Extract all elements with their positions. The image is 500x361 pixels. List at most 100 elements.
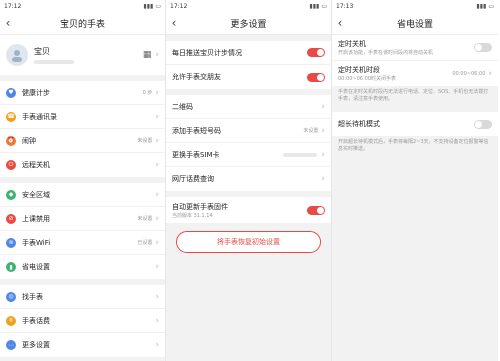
firmware-version: 当前版本 31.1.14 (172, 212, 213, 219)
setting-description: 00:00~06:00时关闭手表 (338, 76, 397, 82)
chevron-right-icon: › (155, 291, 159, 302)
menu-item-label: 手表通讯录 (22, 112, 57, 121)
menu-item-label: 更换手表SIM卡 (172, 150, 220, 159)
menu-item-alarm[interactable]: ⏰ 闹钟 未设置 › (0, 129, 165, 153)
reset-watch-button[interactable]: 将手表恢复初始设置 (176, 231, 321, 253)
signal-icon: ▮▮▮ (476, 2, 487, 10)
chevron-right-icon: › (155, 315, 159, 326)
no-class-icon: ⊘ (6, 213, 16, 224)
qr-code-icon[interactable]: ▦ (143, 50, 152, 60)
menu-item-value: 未设置 (303, 128, 319, 134)
chevron-right-icon: › (155, 237, 159, 248)
more-settings-screen: 17:12 ▮▮▮ ▭ ‹ 更多设置 每日推送宝贝计步情况 允许手表交朋友 二维… (166, 0, 332, 361)
profile-name: 宝贝 (34, 47, 50, 56)
menu-item-qr-code[interactable]: 二维码 › (166, 95, 331, 119)
navbar: ‹ 宝贝的手表 (0, 12, 165, 35)
menu-item-short-number[interactable]: 添加手表短号码 未设置 › (166, 119, 331, 143)
setting-shutdown-period[interactable]: 定时关机时段 00:00~06:00时关闭手表 00:00~06:00 › (332, 61, 498, 86)
menu-item-find-watch[interactable]: ◎ 找手表 › (0, 285, 165, 309)
menu-item-power-saving[interactable]: ▮ 省电设置 › (0, 255, 165, 279)
locate-icon: ◎ (6, 291, 16, 302)
standby-group: 超长待机模式 (332, 112, 498, 136)
yuan-icon: ¥ (6, 315, 16, 326)
chevron-right-icon: › (155, 50, 159, 60)
status-time: 17:13 (336, 2, 354, 10)
update-group: 自动更新手表固件 当前版本 31.1.14 (166, 197, 331, 223)
status-time: 17:12 (170, 2, 188, 10)
status-icons: ▮▮▮ ▭ (476, 3, 494, 10)
chevron-right-icon: › (321, 125, 325, 136)
shutdown-text: 定时关机 开启该功能，手表在该时间段内将自动关机 (338, 39, 474, 56)
avatar (6, 44, 28, 66)
menu-item-change-sim[interactable]: 更换手表SIM卡 › (166, 143, 331, 167)
battery-status-icon: ▭ (321, 2, 327, 10)
standby-note: 开启超长待机模式后，手表将每隔2~3天，不支持设备定位报警等信息实时推送。 (338, 139, 489, 152)
menu-item-value: 未设置 (137, 138, 153, 144)
period-text: 定时关机时段 00:00~06:00时关闭手表 (338, 65, 452, 82)
chevron-right-icon: › (155, 111, 159, 122)
menu-item-watch-wifi[interactable]: ≋ 手表WiFi 已设置 › (0, 231, 165, 255)
navbar: ‹ 更多设置 (166, 12, 331, 35)
power-icon: ⏻ (6, 160, 16, 170)
menu-item-label: 省电设置 (22, 263, 50, 271)
scheduled-shutdown-toggle[interactable] (474, 43, 492, 52)
profile-card[interactable]: 宝贝 ▦ › (0, 35, 165, 75)
setting-label: 定时关机时段 (338, 66, 380, 74)
screens: 17:12 ▮▮▮ ▭ ‹ 宝贝的手表 宝贝 ▦ › ♥ 健康计步 0 步 › … (0, 0, 500, 361)
menu-item-label: 安全区域 (22, 190, 50, 199)
person-icon (12, 50, 22, 62)
chevron-right-icon: › (155, 87, 159, 98)
auto-update-toggle[interactable] (307, 205, 325, 215)
setting-label: 每日推送宝贝计步情况 (172, 48, 242, 57)
chevron-right-icon: › (155, 262, 159, 272)
allow-friends-toggle[interactable] (307, 72, 325, 82)
contacts-icon: ☎ (6, 111, 16, 122)
menu-item-label: 闹钟 (22, 136, 36, 145)
setting-allow-friends: 允许手表交朋友 (166, 65, 331, 89)
chevron-right-icon: › (321, 101, 325, 112)
chevron-right-icon: › (488, 68, 492, 79)
menu-item-phone-bill[interactable]: ¥ 手表话费 › (0, 309, 165, 333)
menu-item-label: 更多设置 (22, 341, 50, 349)
menu-item-value: 未设置 (137, 216, 153, 222)
menu-item-more-settings[interactable]: ⋯ 更多设置 › (0, 333, 165, 357)
status-time: 17:12 (4, 2, 22, 10)
setting-label: 超长待机模式 (338, 120, 380, 128)
navbar: ‹ 省电设置 (332, 12, 498, 35)
setting-label: 自动更新手表固件 (172, 202, 228, 211)
menu-item-label: 健康计步 (22, 88, 50, 97)
menu-item-label: 二维码 (172, 102, 193, 111)
menu-item-health-steps[interactable]: ♥ 健康计步 0 步 › (0, 81, 165, 105)
status-bar: 17:12 ▮▮▮ ▭ (0, 0, 165, 12)
long-standby-toggle[interactable] (474, 119, 492, 129)
status-icons: ▮▮▮ ▭ (309, 3, 327, 10)
menu-item-safe-zone[interactable]: ◆ 安全区域 › (0, 183, 165, 207)
group-3: ◎ 找手表 › ¥ 手表话费 › ⋯ 更多设置 › (0, 285, 165, 357)
toggle-group: 每日推送宝贝计步情况 允许手表交朋友 (166, 41, 331, 89)
setting-label: 定时关机 (338, 40, 366, 48)
heart-icon: ♥ (6, 87, 16, 98)
menu-item-label: 网厅话费查询 (172, 175, 214, 183)
chevron-right-icon: › (155, 135, 159, 146)
watch-home-screen: 17:12 ▮▮▮ ▭ ‹ 宝贝的手表 宝贝 ▦ › ♥ 健康计步 0 步 › … (0, 0, 166, 361)
page-title: 更多设置 (230, 19, 267, 30)
setting-daily-step-push: 每日推送宝贝计步情况 (166, 41, 331, 65)
wifi-icon: ≋ (6, 237, 16, 248)
group-1: ♥ 健康计步 0 步 › ☎ 手表通讯录 › ⏰ 闹钟 未设置 › ⏻ 远程关机… (0, 81, 165, 177)
daily-step-push-toggle[interactable] (307, 48, 325, 57)
menu-item-label: 找手表 (22, 292, 43, 301)
setting-label: 允许手表交朋友 (172, 73, 221, 81)
page-title: 宝贝的手表 (59, 19, 105, 30)
chevron-right-icon: › (155, 340, 159, 350)
menu-item-class-mode[interactable]: ⊘ 上课禁用 未设置 › (0, 207, 165, 231)
auto-update-text: 自动更新手表固件 当前版本 31.1.14 (172, 202, 307, 219)
menu-item-remote-shutdown[interactable]: ⏻ 远程关机 › (0, 153, 165, 177)
chevron-right-icon: › (155, 213, 159, 224)
shutdown-group: 定时关机 开启该功能，手表在该时间段内将自动关机 定时关机时段 00:00~06… (332, 35, 498, 86)
chevron-right-icon: › (155, 189, 159, 200)
menu-item-value: 0 步 (142, 90, 153, 96)
menu-item-contacts[interactable]: ☎ 手表通讯录 › (0, 105, 165, 129)
status-bar: 17:12 ▮▮▮ ▭ (166, 0, 331, 12)
battery-status-icon: ▭ (488, 2, 494, 10)
menu-item-bill-query[interactable]: 网厅话费查询 › (166, 167, 331, 191)
